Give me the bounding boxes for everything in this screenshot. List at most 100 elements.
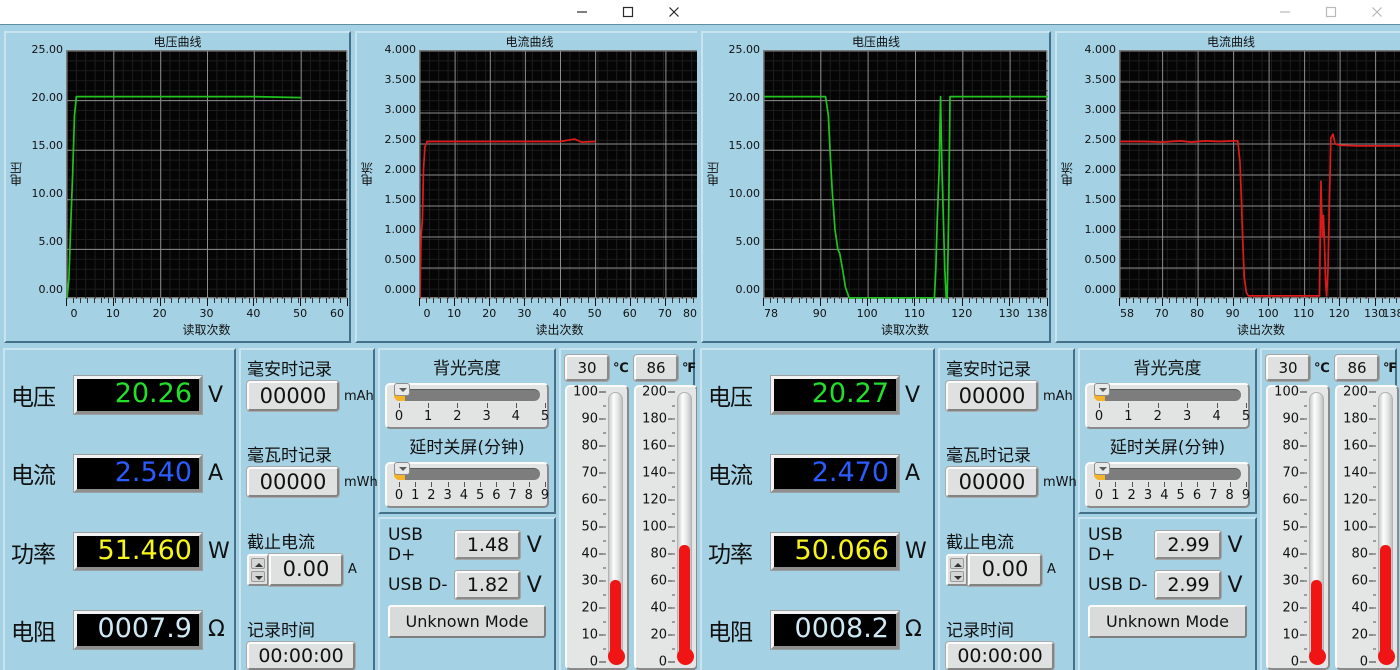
stepper-arrows[interactable] (247, 553, 269, 586)
y-tick: 5.00 (38, 235, 64, 248)
slider-tick-label: 0 (394, 488, 404, 503)
close-button[interactable] (651, 0, 697, 24)
slider-track[interactable] (394, 462, 540, 480)
y-tick: 2.000 (384, 163, 417, 176)
temp-unit-symbol: ℉ (682, 360, 697, 376)
stepper-arrows[interactable] (946, 553, 968, 586)
slider-control[interactable]: 0 1 2 3 4 5 (1085, 383, 1250, 429)
record-row: 00000 mWh (246, 466, 378, 499)
usb-dplus-label: USB D+ (388, 525, 423, 565)
slider-track[interactable] (394, 383, 540, 401)
thermometer-tick-label: 40 (1282, 546, 1299, 562)
close-button[interactable] (1354, 0, 1400, 24)
usb-panel: USB D+ 1.48 V USB D- 1.82 V Unknown Mode (378, 517, 556, 670)
readout-label: 电流 (11, 463, 56, 490)
readout-label: 电阻 (708, 619, 753, 646)
chart-body: 电压 25.00 20.00 15.00 10.00 5.00 0.00 0 10 20 30 40 5… (8, 44, 348, 339)
readout-row: 功率 51.460 W (11, 531, 230, 572)
stepper-up-icon[interactable] (251, 557, 265, 569)
thermometer-scale: 0 20 40 60 80 100 120 140 160 180 200 (1340, 385, 1378, 670)
x-tick: 58 (1120, 307, 1134, 320)
thermometer-tube (677, 392, 694, 665)
chart-right-voltage: 电压曲线 电压 25.00 20.00 15.00 10.00 5.00 0.00 78 90 10… (705, 35, 1048, 339)
minimize-button[interactable] (559, 0, 605, 24)
x-tick: 20 (152, 307, 167, 320)
maximize-button[interactable] (605, 0, 651, 24)
slider-track[interactable] (1094, 383, 1241, 401)
cutoff-current-stepper[interactable]: 0.00 (946, 552, 1043, 587)
usb-mode-button[interactable]: Unknown Mode (1088, 605, 1247, 638)
slider-thumb[interactable] (394, 462, 410, 475)
slider-tick-label: 5 (540, 409, 550, 424)
record-value-field[interactable]: 00000 (945, 380, 1039, 412)
record-value-field[interactable]: 00000 (246, 380, 340, 412)
chart-x-ticks: 78 90 100 110 120 130 138 (763, 307, 1048, 322)
temp-unit-symbol: ℉ (1383, 360, 1398, 376)
slider-thumb[interactable] (394, 383, 410, 396)
charts-row: 电压曲线 电压 25.00 20.00 15.00 10.00 5.00 0.00 78 90 10… (697, 25, 1400, 345)
y-tick: 0.500 (1084, 253, 1117, 266)
record-value-field[interactable]: 00000 (945, 466, 1039, 499)
chart-x-tickmarks (1119, 298, 1400, 307)
record-block: 记录时间 00:00:00 (246, 616, 367, 670)
stepper-up-icon[interactable] (950, 557, 964, 569)
chart-plot-area (66, 50, 348, 299)
chart-frame: 电流曲线 电流 4.000 3.500 3.000 2.500 2.000 1.500 1.00… (355, 31, 704, 343)
x-tick: 138 (1382, 307, 1400, 320)
readout-row: 电流 2.540 A (11, 453, 228, 494)
stepper-down-icon[interactable] (950, 570, 964, 582)
cutoff-current-stepper[interactable]: 0.00 (247, 552, 344, 587)
record-value-field[interactable]: 00000 (246, 466, 340, 499)
slider-tick-label: 6 (1192, 488, 1202, 503)
y-tick: 4.000 (384, 43, 417, 56)
records-panel: 毫安时记录 00000 mAh 毫瓦时记录 00000 mWh 截止电流 0.00 A 记录时间 0… (938, 348, 1077, 670)
record-block: 毫安时记录 00000 mAh (246, 355, 374, 412)
thermometer-bulb (1309, 648, 1326, 665)
slider-thumb[interactable] (1094, 462, 1110, 475)
temp-readout: 30 ℃ (1265, 354, 1330, 382)
maximize-button[interactable] (1308, 0, 1354, 24)
record-value-field[interactable]: 0.00 (967, 552, 1043, 587)
usb-dplus-row: USB D+ 1.48 V (388, 525, 546, 565)
record-unit: mWh (344, 474, 378, 490)
usb-dplus-label: USB D+ (1088, 525, 1123, 565)
y-tick: 1.000 (384, 223, 417, 236)
record-row: 00:00:00 (945, 640, 1067, 670)
minimize-button[interactable] (1262, 0, 1308, 24)
slider-track[interactable] (1094, 462, 1241, 480)
thermometer-tick-label: 100 (1343, 519, 1368, 535)
usb-mode-button[interactable]: Unknown Mode (388, 605, 546, 638)
thermometer-tick-label: 90 (581, 411, 598, 427)
thermometer-tick-label: 0 (658, 654, 667, 670)
record-row: 00000 mWh (945, 466, 1077, 499)
usb-dminus-unit: V (1227, 572, 1243, 598)
y-tick: 20.00 (728, 91, 761, 104)
record-value-field[interactable]: 00:00:00 (945, 640, 1055, 670)
record-title: 毫瓦时记录 (247, 446, 332, 467)
record-row: 00000 mAh (246, 380, 374, 412)
slider-tick-label: 5 (1241, 409, 1251, 424)
slider-tick-label: 5 (1176, 488, 1185, 503)
slider-thumb[interactable] (1094, 383, 1110, 396)
slider-control[interactable]: 0123456789 (1085, 462, 1250, 508)
usb-dminus-unit: V (526, 572, 542, 598)
slider-tick-label: 1 (424, 409, 433, 424)
y-tick: 25.00 (31, 43, 64, 56)
thermometer-tick-label: 90 (1282, 411, 1299, 427)
thermometer-tick-label: 10 (581, 627, 598, 643)
chart-y-axis-label: 电流 (360, 162, 375, 186)
slider-title: 背光亮度 (1133, 359, 1202, 379)
slider-control[interactable]: 0123456789 (385, 462, 549, 508)
thermometer-scale: 0 10 20 30 40 50 60 70 80 90 100 (1271, 385, 1309, 670)
stepper-down-icon[interactable] (251, 570, 265, 582)
usb-dplus-unit: V (1227, 532, 1243, 558)
chart-y-ticks: 4.000 3.500 3.000 2.500 2.000 1.500 1.000 0.500… (375, 44, 419, 298)
chart-x-tickmarks (419, 298, 701, 307)
slider-tick-label: 2 (1127, 488, 1136, 503)
slider-control[interactable]: 0 1 2 3 4 5 (385, 383, 549, 429)
usb-dminus-label: USB D- (388, 575, 448, 595)
record-value-field[interactable]: 00:00:00 (246, 640, 356, 670)
chart-plot-area (419, 50, 701, 299)
record-value-field[interactable]: 0.00 (268, 552, 344, 587)
y-tick: 3.500 (1084, 73, 1117, 86)
